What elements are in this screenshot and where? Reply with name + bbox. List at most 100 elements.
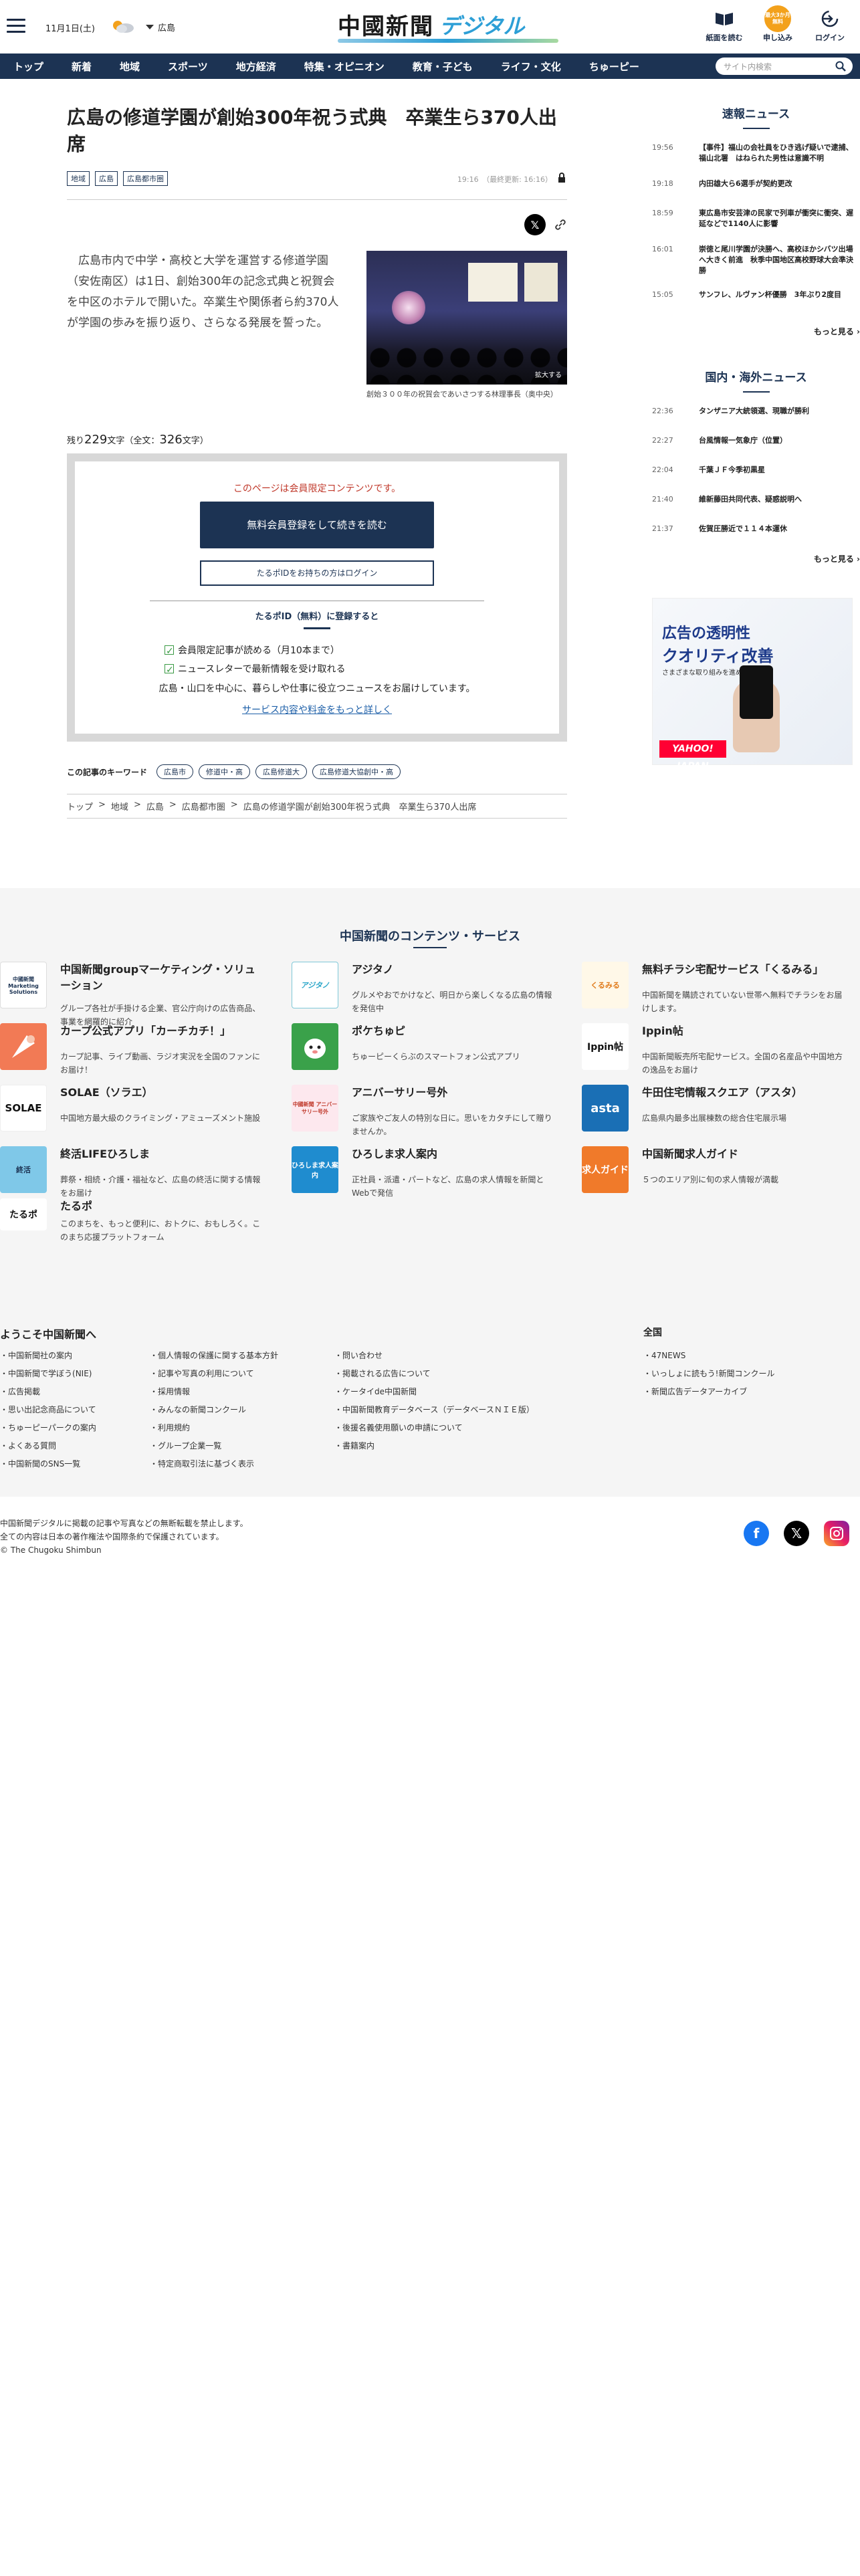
nav-life[interactable]: ライフ・文化 xyxy=(487,60,575,74)
article-photo[interactable]: 拡大する xyxy=(366,251,567,385)
instagram-icon[interactable] xyxy=(824,1521,849,1546)
tarupo-login-button[interactable]: たるポIDをお持ちの方はログイン xyxy=(200,560,434,586)
nav-new[interactable]: 新着 xyxy=(58,60,106,74)
weather-icon[interactable] xyxy=(108,17,138,35)
nav-local[interactable]: 地域 xyxy=(106,60,154,74)
news-item[interactable]: 15:05 サンフレ、ルヴァン杯優勝 3年ぶり2度目 xyxy=(652,290,860,316)
search-input[interactable]: サイト内検索 xyxy=(716,58,853,75)
news-item[interactable]: 22:36 タンザニア大統領選、現職が勝利 xyxy=(652,406,860,425)
service-details-link[interactable]: サービス内容や料金をもっと詳しく xyxy=(102,703,532,716)
footer-link[interactable]: よくある質問 xyxy=(0,1437,96,1455)
article-title: 広島の修道学園が創始300年祝う式典 卒業生ら370人出席 xyxy=(67,106,557,155)
service-solae[interactable]: SOLAE SOLAE（ソラエ） 中国地方最大級のクライミング・アミューズメント… xyxy=(0,1085,267,1138)
service-tarupo[interactable]: たるポ たるポ このまちを、もっと便利に、おトクに、おもしろく。このまち応援プラ… xyxy=(0,1198,267,1242)
footer-link[interactable]: 後援名義使用願いの申請について xyxy=(334,1419,534,1437)
read-paper-button[interactable]: 紙面を読む xyxy=(701,5,748,43)
x-share-icon[interactable]: 𝕏 xyxy=(524,214,546,235)
service-pokechupy[interactable]: ポケちゅピ ちゅーピーくらぶのスマートフォン公式アプリ xyxy=(292,1023,559,1077)
news-item[interactable]: 22:04 千葉ＪＦ今季初黒星 xyxy=(652,465,860,484)
copyright: 中国新聞デジタルに掲載の記事や写真などの無断転載を禁止します。 全ての内容は日本… xyxy=(0,1519,248,1555)
nav-economy[interactable]: 地方経済 xyxy=(222,60,290,74)
region-selector[interactable]: 広島 xyxy=(146,21,175,33)
news-item[interactable]: 22:27 台風情報一気象庁（位置） xyxy=(652,435,860,454)
nav-top[interactable]: トップ xyxy=(5,60,58,74)
service-kyujin-guide[interactable]: 求人ガイド 中国新聞求人ガイド ５つのエリア別に旬の求人情報が満載 xyxy=(582,1146,849,1200)
footer-link[interactable]: グループ企業一覧 xyxy=(150,1437,278,1455)
site-logo[interactable]: 中國新聞 デジタル xyxy=(338,8,558,43)
footer-link[interactable]: 掲載される広告について xyxy=(334,1365,534,1383)
site-footer: 中国新聞デジタルに掲載の記事や写真などの無断転載を禁止します。 全ての内容は日本… xyxy=(0,1497,860,1584)
news-item[interactable]: 18:59 東広島市安芸津の民家で列車が衝突に衝突、遅延などで1140人に影響 xyxy=(652,208,860,235)
ad-banner[interactable]: 広告の透明性 クオリティ改善 さまざまな取り組みを進めています。 YAHOO! … xyxy=(652,598,853,772)
news-item[interactable]: 19:18 内田雄大ら6選手が契約更改 xyxy=(652,179,860,197)
footer-link[interactable]: 個人情報の保護に関する基本方針 xyxy=(150,1347,278,1365)
breaking-more-link[interactable]: もっと見る xyxy=(652,326,860,337)
link-copy-icon[interactable] xyxy=(554,218,567,231)
tag-toshiken[interactable]: 広島都市圏 xyxy=(123,171,168,186)
footer-link[interactable]: 問い合わせ xyxy=(334,1347,534,1365)
menu-icon[interactable] xyxy=(7,19,25,37)
tag-chiiki[interactable]: 地域 xyxy=(67,171,90,186)
footer-link[interactable]: 記事や写真の利用について xyxy=(150,1365,278,1383)
service-marketing[interactable]: 中國新聞 Marketing Solutions 中国新聞groupマーケティン… xyxy=(0,962,267,1027)
footer-link[interactable]: 中国新聞で学ぼう(NIE) xyxy=(0,1365,96,1383)
apply-button[interactable]: 最大3か月無料 申し込み xyxy=(754,5,801,43)
nav-opinion[interactable]: 特集・オピニオン xyxy=(290,60,399,74)
footer-links-col3: 問い合わせ 掲載される広告について ケータイde中国新聞 中国新聞教育データベー… xyxy=(334,1347,534,1455)
x-icon[interactable]: 𝕏 xyxy=(784,1521,809,1546)
footer-link[interactable]: ちゅーピーパークの案内 xyxy=(0,1419,96,1437)
news-item[interactable]: 16:01 崇徳と尾川学園が決勝へ、高校ほかシバツ出場へ大きく前進 秋季中国地区高… xyxy=(652,244,860,280)
footer-link[interactable]: 特定商取引法に基づく表示 xyxy=(150,1455,278,1473)
news-item[interactable]: 21:37 佐賀圧勝近で１１４本運休 xyxy=(652,524,860,542)
tarupo-title: たるポID（無料）に登録すると xyxy=(255,612,379,622)
service-anniversary[interactable]: 中國新聞 アニバーサリー号外 アニバーサリー号外 ご家族やご友人の特別な日に。思… xyxy=(292,1085,559,1138)
footer-link[interactable]: 中国新聞社の案内 xyxy=(0,1347,96,1365)
keyword-pill[interactable]: 修道中・高 xyxy=(199,764,251,779)
breadcrumb-item[interactable]: トップ xyxy=(67,800,93,813)
ippin-logo-icon: Ippin帖 xyxy=(582,1023,629,1070)
nav-chupy[interactable]: ちゅーピー xyxy=(575,60,653,74)
service-asta[interactable]: asta 牛田住宅情報スクエア（アスタ） 広島県内最多出展棟数の総合住宅展示場 xyxy=(582,1085,849,1138)
footer-link[interactable]: 中国新聞教育データベース（データベースＮＩＥ版） xyxy=(334,1401,534,1419)
world-more-link[interactable]: もっと見る xyxy=(652,553,860,564)
facebook-icon[interactable]: f xyxy=(744,1521,769,1546)
register-button[interactable]: 無料会員登録をして続きを読む xyxy=(200,502,434,548)
tag-hiroshima[interactable]: 広島 xyxy=(95,171,118,186)
hiroshima-kyujin-logo-icon: ひろしま求人案内 xyxy=(292,1146,338,1193)
footer-link[interactable]: 47NEWS xyxy=(643,1347,774,1365)
footer-links-col1: 中国新聞社の案内 中国新聞で学ぼう(NIE) 広告掲載 思い出記念商品について … xyxy=(0,1347,96,1473)
search-icon[interactable] xyxy=(835,61,846,72)
service-carp-app[interactable]: カープ公式アプリ「カーチカチ！」 カープ記事、ライブ動画、ラジオ実況を全国のファ… xyxy=(0,1023,267,1077)
footer-link[interactable]: ケータイde中国新聞 xyxy=(334,1383,534,1401)
footer-link[interactable]: 広告掲載 xyxy=(0,1383,96,1401)
breadcrumb: トップ > 地域 > 広島 > 広島都市圏 > 広島の修道学園が創始300年祝う式典 卒… xyxy=(67,794,567,819)
footer-link[interactable]: 採用情報 xyxy=(150,1383,278,1401)
footer-link[interactable]: 書籍案内 xyxy=(334,1437,534,1455)
footer-links-col4: 47NEWS いっしょに読もう!新聞コンクール 新聞広告データアーカイブ xyxy=(643,1347,774,1401)
service-ippin[interactable]: Ippin帖 Ippin帖 中国新聞販売所宅配サービス。全国の名産品や中国地方の… xyxy=(582,1023,849,1077)
zenkoku-title: 全国 xyxy=(643,1327,662,1338)
nav-sports[interactable]: スポーツ xyxy=(154,60,222,74)
footer-link[interactable]: みんなの新聞コンクール xyxy=(150,1401,278,1419)
enlarge-label[interactable]: 拡大する xyxy=(535,369,562,379)
breadcrumb-item[interactable]: 広島都市圏 xyxy=(182,800,225,813)
nav-education[interactable]: 教育・子ども xyxy=(399,60,487,74)
breadcrumb-item[interactable]: 広島 xyxy=(146,800,164,813)
login-button[interactable]: ログイン xyxy=(807,5,853,43)
news-item[interactable]: 21:40 維新藤田共同代表、疑惑説明へ xyxy=(652,494,860,513)
service-shukatsu[interactable]: 終活 終活LIFEひろしま 葬祭・相続・介護・福祉など、広島の終活に関する情報を… xyxy=(0,1146,267,1200)
keyword-pill[interactable]: 広島市 xyxy=(156,764,194,779)
footer-link[interactable]: 利用規約 xyxy=(150,1419,278,1437)
service-kurumiru[interactable]: くるみる 無料チラシ宅配サービス「くるみる」 中国新聞を購読されていない世帯へ無… xyxy=(582,962,849,1015)
footer-link[interactable]: 中国新聞のSNS一覧 xyxy=(0,1455,96,1473)
footer-link[interactable]: 思い出記念商品について xyxy=(0,1401,96,1419)
footer-link[interactable]: いっしょに読もう!新聞コンクール xyxy=(643,1365,774,1383)
footer-link[interactable]: 新聞広告データアーカイブ xyxy=(643,1383,774,1401)
breadcrumb-item[interactable]: 地域 xyxy=(111,800,128,813)
keyword-pill[interactable]: 広島修道大協創中・高 xyxy=(312,764,401,779)
service-hiroshima-kyujin[interactable]: ひろしま求人案内 ひろしま求人案内 正社員・派遣・パートなど、広島の求人情報を新… xyxy=(292,1146,559,1200)
service-ajitano[interactable]: アジタノ アジタノ グルメやおでかけなど、明日から楽しくなる広島の情報を発信中 xyxy=(292,962,559,1015)
keyword-pill[interactable]: 広島修道大 xyxy=(255,764,308,779)
news-item[interactable]: 19:56 【事件】福山の会社員をひき逃げ疑いで逮捕、福山北署 はねられた男性は意… xyxy=(652,142,860,169)
benefit-item: ニュースレターで最新情報を受け取れる xyxy=(165,660,532,679)
